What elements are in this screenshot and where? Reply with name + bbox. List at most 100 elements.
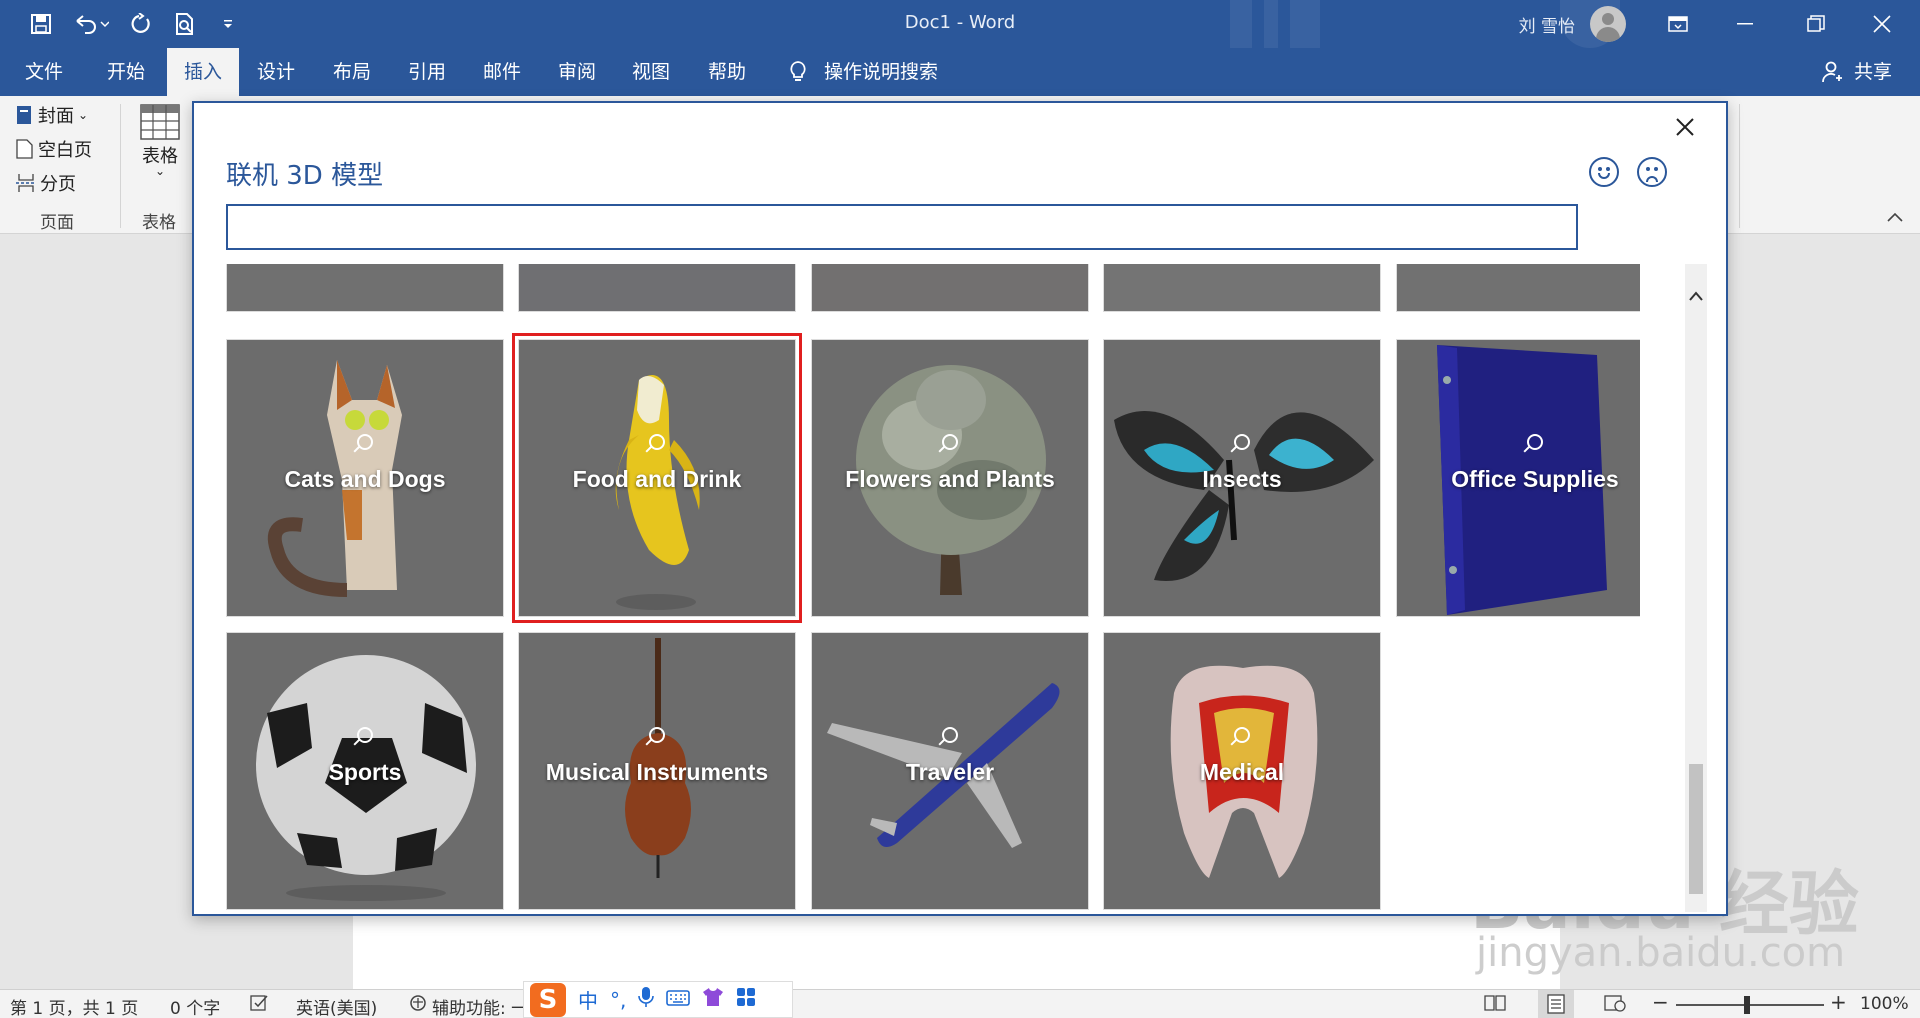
dialog-close-button[interactable]	[1668, 113, 1702, 147]
search-icon	[942, 727, 958, 743]
restore-icon[interactable]	[1786, 0, 1846, 48]
status-bar: 第 1 页，共 1 页 0 个字 英语(美国) 辅助功能: 一 − + 100%	[0, 989, 1920, 1018]
title-bar: Doc1 - Word 刘 雪怡	[0, 0, 1920, 48]
blank-page-icon	[16, 139, 33, 159]
search-icon	[1527, 434, 1543, 450]
tab-mailings[interactable]: 邮件	[472, 48, 532, 96]
cover-page-button[interactable]: 封面 ⌄	[16, 102, 88, 128]
skin-icon[interactable]	[702, 987, 724, 1012]
tell-me-search[interactable]: 操作说明搜索	[824, 48, 974, 96]
category-tile[interactable]	[518, 264, 796, 312]
category-label: Medical	[1199, 759, 1285, 785]
ime-lang-toggle[interactable]: 中	[578, 985, 598, 1014]
search-input[interactable]	[226, 204, 1578, 250]
category-medical[interactable]: Medical	[1103, 632, 1381, 910]
tab-review[interactable]: 审阅	[547, 48, 607, 96]
category-grid: Cats and Dogs Food and Drink Flowers and…	[226, 264, 1640, 912]
tab-layout[interactable]: 布局	[322, 48, 382, 96]
proofing-icon[interactable]	[250, 994, 270, 1017]
zoom-out-button[interactable]: −	[1652, 990, 1669, 1014]
category-insects[interactable]: Insects	[1103, 339, 1381, 617]
search-icon	[942, 434, 958, 450]
blank-page-label: 空白页	[38, 140, 92, 161]
category-label: Traveler	[905, 759, 995, 785]
share-button[interactable]: 共享	[1848, 48, 1898, 96]
undo-icon[interactable]	[70, 10, 112, 38]
tab-references[interactable]: 引用	[397, 48, 457, 96]
redo-icon[interactable]	[126, 10, 156, 38]
category-tile[interactable]	[1103, 264, 1381, 312]
print-preview-icon[interactable]	[170, 10, 200, 38]
blank-page-button[interactable]: 空白页	[16, 136, 92, 162]
category-label: Cats and Dogs	[284, 466, 446, 492]
category-traveler[interactable]: Traveler	[811, 632, 1089, 910]
save-icon[interactable]	[26, 10, 56, 38]
user-name[interactable]: 刘 雪怡	[1519, 12, 1575, 37]
accessibility-status[interactable]: 辅助功能: 一	[432, 994, 528, 1018]
category-label: Sports	[328, 759, 402, 785]
scroll-up-icon[interactable]	[1688, 286, 1704, 307]
sogou-logo[interactable]: S	[530, 982, 566, 1017]
minimize-icon[interactable]	[1716, 0, 1776, 48]
dialog-scrollbar[interactable]	[1685, 264, 1707, 912]
language-indicator[interactable]: 英语(美国)	[296, 994, 377, 1018]
category-musical-instruments[interactable]: Musical Instruments	[518, 632, 796, 910]
share-icon[interactable]	[1820, 48, 1844, 96]
zoom-slider-track[interactable]	[1676, 1004, 1824, 1006]
ime-punct-toggle[interactable]: °,	[610, 988, 626, 1012]
keyboard-icon[interactable]	[666, 988, 691, 1012]
tab-home[interactable]: 开始	[96, 48, 156, 96]
tab-help[interactable]: 帮助	[697, 48, 757, 96]
word-count[interactable]: 0 个字	[170, 994, 220, 1018]
title-decoration	[1264, 0, 1278, 48]
search-icon	[649, 727, 665, 743]
microphone-icon[interactable]	[638, 986, 655, 1013]
customize-icon[interactable]	[216, 10, 240, 38]
category-flowers-and-plants[interactable]: Flowers and Plants	[811, 339, 1089, 617]
category-tile[interactable]	[1396, 264, 1640, 312]
cover-page-icon	[17, 106, 31, 124]
table-button[interactable]: 表格 ⌄	[140, 104, 180, 178]
category-sports[interactable]: Sports	[226, 632, 504, 910]
search-icon	[357, 434, 373, 450]
category-cats-and-dogs[interactable]: Cats and Dogs	[226, 339, 504, 617]
group-divider	[120, 104, 121, 228]
pages-group-label: 页面	[40, 213, 74, 233]
toolbox-icon[interactable]	[736, 987, 756, 1012]
ribbon-display-options-icon[interactable]	[1648, 0, 1708, 48]
accessibility-icon	[408, 994, 428, 1017]
category-label: Flowers and Plants	[845, 466, 1055, 492]
zoom-in-button[interactable]: +	[1830, 990, 1847, 1014]
read-mode-icon[interactable]	[1484, 994, 1506, 1017]
tab-view[interactable]: 视图	[621, 48, 681, 96]
search-icon	[649, 434, 665, 450]
category-label: Food and Drink	[572, 466, 742, 492]
page-break-button[interactable]: 分页	[16, 170, 76, 196]
zoom-slider-thumb[interactable]	[1744, 996, 1750, 1014]
avatar[interactable]	[1590, 6, 1626, 42]
close-icon	[1676, 118, 1694, 136]
table-group-label: 表格	[142, 213, 176, 233]
web-layout-icon[interactable]	[1604, 994, 1626, 1017]
ribbon-tabs: 文件 开始 插入 设计 布局 引用 邮件 审阅 视图 帮助 操作说明搜索 共享	[0, 48, 1920, 96]
category-tile[interactable]	[811, 264, 1089, 312]
category-label: Office Supplies	[1451, 466, 1619, 492]
category-food-and-drink[interactable]: Food and Drink	[512, 333, 802, 623]
page-count[interactable]: 第 1 页，共 1 页	[10, 994, 138, 1018]
search-icon	[1234, 727, 1250, 743]
close-icon[interactable]	[1852, 0, 1912, 48]
tab-design[interactable]: 设计	[246, 48, 306, 96]
lightbulb-icon[interactable]	[782, 48, 814, 96]
scrollbar-thumb[interactable]	[1689, 764, 1703, 894]
title-decoration	[1290, 0, 1320, 48]
category-office-supplies[interactable]: Office Supplies	[1396, 339, 1640, 617]
smile-feedback-icon[interactable]	[1589, 157, 1619, 187]
tab-file[interactable]: 文件	[14, 48, 74, 96]
tab-insert[interactable]: 插入	[167, 48, 239, 96]
category-tile[interactable]	[226, 264, 504, 312]
collapse-ribbon-icon[interactable]	[1886, 212, 1904, 222]
group-divider	[1739, 104, 1740, 228]
frown-feedback-icon[interactable]	[1637, 157, 1667, 187]
zoom-level[interactable]: 100%	[1860, 994, 1909, 1014]
print-layout-icon[interactable]	[1538, 990, 1574, 1018]
